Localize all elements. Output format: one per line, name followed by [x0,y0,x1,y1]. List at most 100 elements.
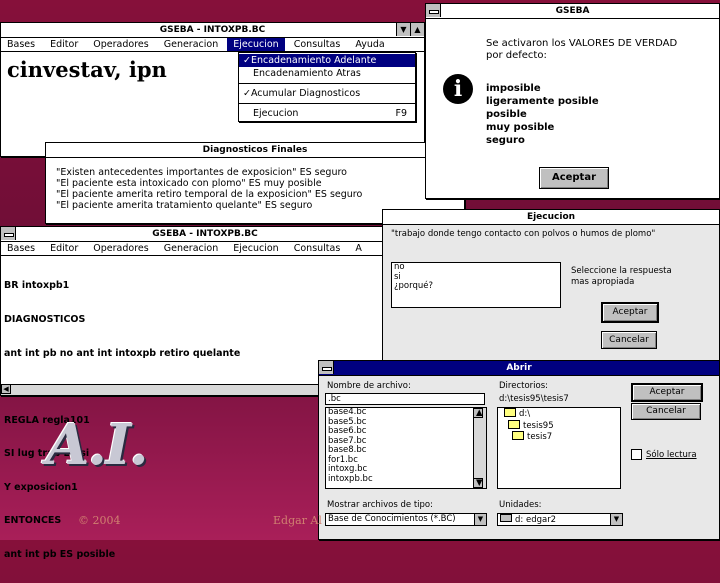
file-list-scrollbar[interactable]: ▲ ▼ [473,408,486,488]
diagnostic-line: "El paciente amerita tratamiento quelant… [56,200,313,211]
question-text: "trabajo donde tengo contacto con polvos… [391,229,656,239]
truth-value: muy posible [486,122,555,133]
code-line: Y exposicion1 [4,481,78,493]
diagnostic-line: "Existen antecedentes importantes de exp… [56,167,347,178]
menuitem-label: Ejecucion [253,108,299,119]
dropdown-arrow-icon[interactable]: ▼ [610,514,622,525]
abrir-titlebar[interactable]: Abrir [319,361,719,376]
menu-separator [239,83,415,84]
menu-separator [239,103,415,104]
readonly-checkbox[interactable] [631,449,642,460]
code-line: DIAGNOSTICOS [4,314,86,326]
menu-generacion[interactable]: Generacion [158,38,225,51]
main-window-title: GSEBA - INTOXPB.BC [159,25,266,35]
editor-title: GSEBA - INTOXPB.BC [152,229,258,239]
file-name-input[interactable]: .bc [325,393,485,405]
answer-option[interactable]: ¿porqué? [392,281,560,292]
diagnosticos-title: Diagnosticos Finales [202,145,308,155]
menu-consultas[interactable]: Consultas [288,242,347,255]
answer-option[interactable]: no [392,262,560,273]
menu-ayuda[interactable]: A [349,242,368,255]
diagnostic-line: "El paciente amerita retiro temporal de … [56,189,363,200]
system-menu-icon[interactable] [426,4,441,17]
system-menu-icon[interactable] [1,227,16,240]
directory-label: d:\ [519,409,531,419]
answer-listbox[interactable]: no si ¿porqué? [391,262,561,308]
directory-item[interactable]: d:\ [498,408,620,420]
directory-label: tesis7 [527,432,553,442]
abrir-cancelar-button[interactable]: Cancelar [631,403,701,420]
file-type-select[interactable]: Base de Conocimientos (*.BC) ▼ [325,513,487,526]
file-type-label: Mostrar archivos de tipo: [327,500,433,510]
system-menu-icon[interactable] [319,361,334,374]
ejecucion-titlebar[interactable]: Ejecucion [383,210,719,225]
menu-bases[interactable]: Bases [1,38,41,51]
menu-consultas[interactable]: Consultas [288,38,347,51]
code-line: ENTONCES [4,515,62,527]
ai-logo: A.I. [46,412,149,478]
scroll-left-icon[interactable]: ◀ [1,384,11,394]
file-listbox[interactable]: base4.bc base5.bc base6.bc base7.bc base… [325,407,487,489]
directory-item[interactable]: tesis7 [498,431,620,443]
menuitem-encadenamiento-atras[interactable]: Encadenamiento Atras [239,67,415,80]
drive-icon [500,514,512,522]
code-line: ant int pb ES posible [4,549,116,561]
copyright-text: © 2004 [78,514,121,527]
menu-generacion[interactable]: Generacion [158,242,225,255]
drives-label: Unidades: [499,500,542,510]
dropdown-arrow-icon[interactable]: ▼ [474,514,486,525]
truth-value: posible [486,109,527,120]
message-dialog-title: GSEBA [555,6,590,16]
aceptar-button[interactable]: Aceptar [539,167,609,189]
open-folder-icon [512,431,524,440]
abrir-aceptar-button[interactable]: Aceptar [631,383,703,402]
directory-listbox[interactable]: d:\ tesis95 tesis7 [497,407,621,489]
menuitem-label: Encadenamiento Atras [253,68,361,79]
abrir-title: Abrir [506,363,532,373]
drive-value: d: edgar2 [515,515,557,525]
directory-item[interactable]: tesis95 [498,419,620,432]
editor-menubar: Bases Editor Operadores Generacion Ejecu… [1,242,409,256]
ejecucion-window: Ejecucion "trabajo donde tengo contacto … [382,209,720,361]
menuitem-acumular-diagnosticos[interactable]: ✓Acumular Diagnosticos [239,87,415,100]
minimize-button[interactable]: ▼ [396,23,410,36]
maximize-button[interactable]: ▲ [410,23,424,36]
prompt-line-2: mas apropiada [571,277,635,287]
menuitem-label: Encadenamiento Adelante [250,55,377,66]
menu-editor[interactable]: Editor [44,242,84,255]
ejecucion-cancelar-button[interactable]: Cancelar [601,331,657,349]
author-text: Edgar Al [273,514,322,527]
readonly-label[interactable]: Sólo lectura [646,450,697,460]
ejecucion-dropdown: ✓Encadenamiento Adelante Encadenamiento … [238,52,416,122]
file-item[interactable]: intoxpb.bc [326,474,486,485]
scroll-up-icon[interactable]: ▲ [473,408,483,418]
menu-ejecucion[interactable]: Ejecucion [227,38,285,51]
message-line-1: Se activaron los VALORES DE VERDAD [486,38,678,49]
file-name-label: Nombre de archivo: [327,381,411,391]
diagnosticos-titlebar[interactable]: Diagnosticos Finales [46,143,464,158]
menu-bases[interactable]: Bases [1,242,41,255]
menu-editor[interactable]: Editor [44,38,84,51]
message-dialog-titlebar[interactable]: GSEBA [426,4,719,19]
menuitem-ejecucion[interactable]: Ejecucion F9 [239,107,415,120]
truth-value: imposible [486,83,541,94]
drive-select[interactable]: d: edgar2 ▼ [497,513,623,526]
file-type-value: Base de Conocimientos (*.BC) [328,514,456,524]
open-folder-icon [508,419,520,429]
prompt-line-1: Seleccione la respuesta [571,266,672,276]
editor-titlebar[interactable]: GSEBA - INTOXPB.BC [1,227,409,242]
truth-value: ligeramente posible [486,96,599,107]
menu-operadores[interactable]: Operadores [87,38,154,51]
menu-ejecucion[interactable]: Ejecucion [227,242,284,255]
message-dialog: GSEBA i Se activaron los VALORES DE VERD… [425,3,720,199]
open-folder-icon [504,408,516,417]
info-icon: i [443,74,473,104]
scroll-down-icon[interactable]: ▼ [473,478,483,488]
check-icon: ✓ [243,88,251,99]
menuitem-encadenamiento-adelante[interactable]: ✓Encadenamiento Adelante [239,54,415,67]
ejecucion-aceptar-button[interactable]: Aceptar [601,302,659,323]
menu-operadores[interactable]: Operadores [87,242,154,255]
menu-ayuda[interactable]: Ayuda [349,38,390,51]
main-window-titlebar[interactable]: GSEBA - INTOXPB.BC ▼ ▲ [1,23,424,38]
diagnostic-line: "El paciente esta intoxicado con plomo" … [56,178,322,189]
